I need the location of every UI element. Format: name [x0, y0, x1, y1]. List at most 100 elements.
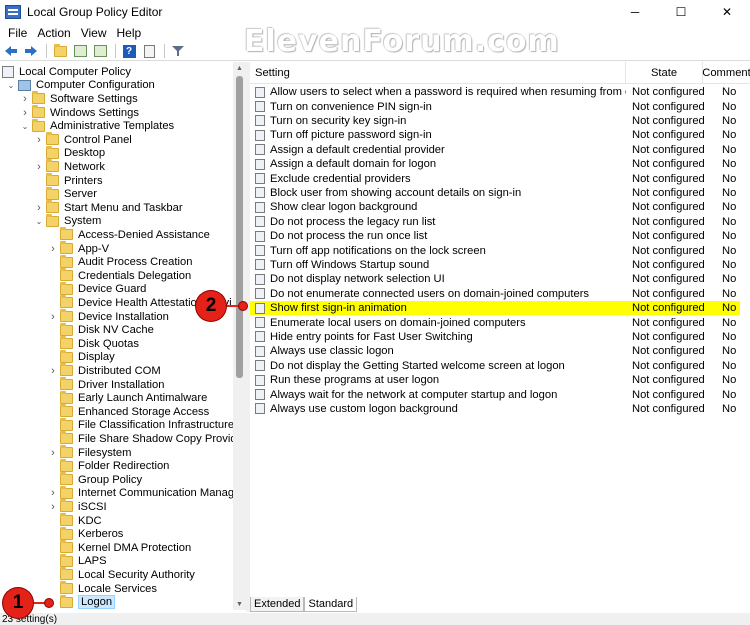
tree-item[interactable]: Folder Redirection: [48, 458, 169, 473]
tree-item[interactable]: Credentials Delegation: [48, 268, 191, 283]
minimize-button[interactable]: ─: [612, 0, 658, 24]
table-row[interactable]: Do not display the Getting Started welco…: [250, 359, 740, 373]
tree-item[interactable]: LAPS: [48, 553, 107, 569]
tree-item[interactable]: Enhanced Storage Access: [48, 404, 209, 419]
up-folder-icon[interactable]: [51, 43, 69, 59]
tree-item[interactable]: › App-V: [48, 241, 109, 256]
tree-item[interactable]: Audit Process Creation: [48, 254, 192, 269]
tree-item[interactable]: Local Computer Policy: [2, 65, 131, 79]
chevron-right-icon[interactable]: ›: [34, 134, 44, 146]
tree-item[interactable]: Desktop: [34, 145, 105, 161]
table-row[interactable]: Do not enumerate connected users on doma…: [250, 287, 740, 301]
tree-item[interactable]: › Device Installation: [48, 309, 169, 324]
table-row[interactable]: Hide entry points for Fast User Switchin…: [250, 330, 740, 344]
menu-action[interactable]: Action: [32, 26, 75, 40]
tree-item[interactable]: Kerberos: [48, 526, 123, 541]
tree-item[interactable]: › Software Settings: [20, 91, 138, 106]
menu-file[interactable]: File: [3, 26, 32, 40]
table-row[interactable]: Turn off picture password sign-in Not con…: [250, 128, 740, 142]
tree-item[interactable]: File Share Shadow Copy Provider: [48, 431, 246, 446]
table-row[interactable]: Always use custom logon background Not co…: [250, 402, 740, 416]
tree-item[interactable]: Group Policy: [48, 472, 142, 487]
back-arrow-icon[interactable]: [2, 43, 20, 59]
tree-item[interactable]: Display: [48, 349, 115, 365]
tree-item[interactable]: Device Guard: [48, 281, 146, 297]
scroll-thumb[interactable]: [236, 76, 243, 378]
column-header-setting[interactable]: Setting: [250, 62, 626, 84]
table-row[interactable]: Run these programs at user logon Not conf…: [250, 373, 740, 387]
tree-item[interactable]: › Network: [34, 159, 105, 174]
table-row[interactable]: Enumerate local users on domain-joined c…: [250, 315, 740, 329]
table-row[interactable]: Do not process the legacy run list Not co…: [250, 215, 740, 229]
tree-item[interactable]: Local Security Authority: [48, 567, 195, 582]
column-header-comment[interactable]: Comment: [702, 62, 750, 84]
table-row[interactable]: Exclude credential providers Not configur…: [250, 171, 740, 185]
table-row[interactable]: Turn off app notifications on the lock s…: [250, 243, 740, 257]
scroll-down-arrow-icon[interactable]: ▼: [233, 598, 246, 610]
chevron-right-icon[interactable]: ›: [20, 93, 30, 105]
chevron-right-icon[interactable]: ›: [20, 107, 30, 119]
filter-icon[interactable]: [169, 43, 187, 59]
menu-view[interactable]: View: [76, 26, 112, 40]
table-row[interactable]: Show first sign-in animation Not configur…: [250, 301, 740, 316]
tree-item[interactable]: Logon: [48, 594, 116, 610]
tab-standard[interactable]: Standard: [304, 597, 358, 612]
forward-arrow-icon[interactable]: [22, 43, 40, 59]
table-row[interactable]: Always wait for the network at computer …: [250, 387, 740, 401]
export-list-icon[interactable]: [91, 43, 109, 59]
tree-item[interactable]: › Distributed COM: [48, 363, 161, 378]
chevron-down-icon[interactable]: ⌄: [20, 120, 30, 132]
chevron-right-icon[interactable]: ›: [48, 311, 58, 323]
chevron-right-icon[interactable]: ›: [34, 161, 44, 173]
tree-item[interactable]: › Windows Settings: [20, 105, 139, 120]
column-header-state[interactable]: State: [626, 62, 703, 84]
show-hide-tree-icon[interactable]: [71, 43, 89, 59]
chevron-down-icon[interactable]: ⌄: [34, 215, 44, 227]
tree-scrollbar[interactable]: ▲ ▼: [233, 62, 246, 610]
tree-item[interactable]: Kernel DMA Protection: [48, 540, 191, 555]
tree-item[interactable]: Disk NV Cache: [48, 322, 154, 337]
maximize-button[interactable]: ☐: [658, 0, 704, 24]
chevron-right-icon[interactable]: ›: [48, 365, 58, 377]
chevron-right-icon[interactable]: ›: [48, 487, 58, 499]
chevron-right-icon[interactable]: ›: [34, 202, 44, 214]
table-row[interactable]: Do not display network selection UI Not c…: [250, 272, 740, 286]
tree-item[interactable]: Server: [34, 186, 97, 201]
tree-item[interactable]: › iSCSI: [48, 499, 107, 514]
tree-item[interactable]: Access-Denied Assistance: [48, 227, 210, 242]
table-row[interactable]: Always use classic logon Not configured No: [250, 344, 740, 358]
tree-item[interactable]: › Internet Communication Management: [48, 485, 246, 501]
tree-item[interactable]: › Filesystem: [48, 445, 131, 460]
close-button[interactable]: ✕: [704, 0, 750, 24]
properties-icon[interactable]: [140, 43, 158, 59]
table-row[interactable]: Block user from showing account details …: [250, 186, 740, 200]
chevron-right-icon[interactable]: ›: [48, 243, 58, 255]
table-row[interactable]: Assign a default domain for logon Not con…: [250, 157, 740, 171]
tab-extended[interactable]: Extended: [250, 597, 305, 612]
table-row[interactable]: Allow users to select when a password is…: [250, 85, 740, 99]
chevron-down-icon[interactable]: ⌄: [6, 79, 16, 91]
tree-item[interactable]: › Start Menu and Taskbar: [34, 200, 183, 215]
tree-item[interactable]: ⌄ System: [34, 213, 101, 229]
tree-item[interactable]: Locale Services: [48, 581, 157, 596]
tree-item[interactable]: File Classification Infrastructure: [48, 417, 234, 433]
table-row[interactable]: Turn off Windows Startup sound Not config…: [250, 258, 740, 272]
chevron-right-icon[interactable]: ›: [48, 501, 58, 513]
table-row[interactable]: Do not process the run once list Not conf…: [250, 229, 740, 243]
table-row[interactable]: Turn on convenience PIN sign-in Not confi…: [250, 99, 740, 113]
tree-item[interactable]: ⌄ Administrative Templates: [20, 118, 174, 133]
help-icon[interactable]: ?: [120, 43, 138, 59]
tree-item[interactable]: Printers: [34, 173, 103, 188]
table-row[interactable]: Turn on security key sign-in Not configur…: [250, 114, 740, 128]
tree-item[interactable]: ⌄ Computer Configuration: [6, 79, 155, 93]
table-row[interactable]: Show clear logon background Not configure…: [250, 200, 740, 214]
menu-help[interactable]: Help: [112, 26, 147, 40]
tree-item[interactable]: Early Launch Antimalware: [48, 390, 207, 405]
tree-item[interactable]: › Control Panel: [34, 132, 132, 147]
scroll-up-arrow-icon[interactable]: ▲: [233, 62, 246, 74]
table-row[interactable]: Assign a default credential provider Not …: [250, 143, 740, 157]
tree-item[interactable]: KDC: [48, 513, 102, 528]
tree-item[interactable]: Driver Installation: [48, 377, 164, 392]
tree-item[interactable]: Disk Quotas: [48, 336, 139, 351]
chevron-right-icon[interactable]: ›: [48, 447, 58, 459]
